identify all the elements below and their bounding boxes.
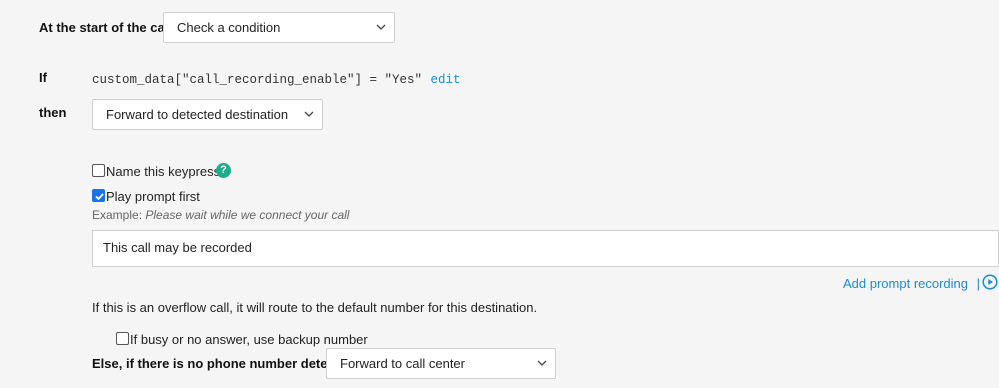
then-action-select-value: Forward to detected destination (106, 107, 289, 122)
then-action-select[interactable]: Forward to detected destination (92, 99, 323, 130)
prompt-text-field[interactable]: This call may be recorded (92, 230, 999, 267)
chevron-down-icon (304, 111, 314, 117)
play-circle-icon[interactable] (982, 274, 998, 290)
example-text: Please wait while we connect your call (145, 208, 350, 222)
condition-row: custom_data["call_recording_enable"] = "… (92, 70, 461, 88)
play-prompt-label: Play prompt first (106, 189, 200, 204)
add-prompt-recording-link[interactable]: Add prompt recording (843, 276, 968, 291)
separator: | (976, 276, 981, 291)
else-action-select[interactable]: Forward to call center (326, 348, 556, 379)
prompt-example: Example: Please wait while we connect yo… (92, 208, 349, 222)
chevron-down-icon (537, 360, 547, 366)
play-prompt-checkbox[interactable] (92, 189, 105, 202)
else-label: Else, if there is no phone number detect… (92, 356, 355, 371)
condition-expression: custom_data["call_recording_enable"] = "… (92, 73, 423, 87)
start-label: At the start of the call (39, 20, 172, 35)
start-action-select[interactable]: Check a condition (163, 12, 395, 43)
name-keypress-checkbox[interactable] (92, 164, 105, 177)
chevron-down-icon (376, 24, 386, 30)
start-action-select-value: Check a condition (177, 20, 281, 35)
backup-number-label: If busy or no answer, use backup number (130, 332, 368, 347)
question-icon[interactable]: ? (216, 163, 231, 178)
checkmark-icon (95, 193, 104, 201)
name-keypress-label: Name this keypress (106, 164, 221, 179)
backup-number-checkbox[interactable] (116, 332, 129, 345)
overflow-note: If this is an overflow call, it will rou… (92, 300, 538, 315)
else-action-select-value: Forward to call center (340, 356, 465, 371)
then-label: then (39, 105, 67, 120)
example-prefix: Example: (92, 208, 143, 222)
add-recording-row: Add prompt recording | (843, 276, 985, 291)
if-label: If (39, 70, 47, 85)
edit-condition-link[interactable]: edit (431, 73, 461, 87)
